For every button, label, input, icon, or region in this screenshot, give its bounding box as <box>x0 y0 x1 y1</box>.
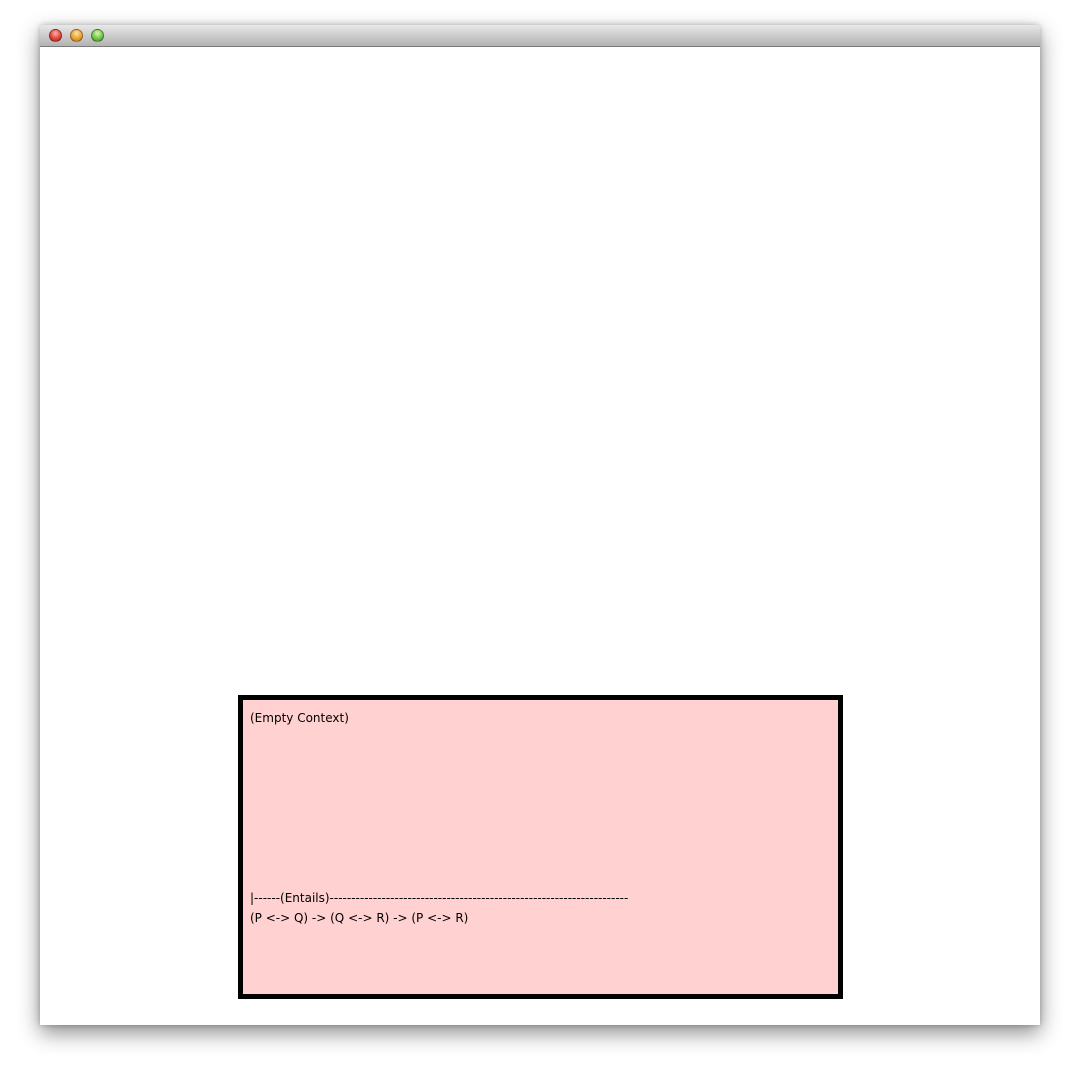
entails-separator: |------(Entails)------------------------… <box>250 891 629 905</box>
desktop: (Empty Context) |------(Entails)--------… <box>0 0 1080 1080</box>
close-window-button[interactable] <box>49 29 62 42</box>
context-label: (Empty Context) <box>250 711 349 725</box>
proof-goal-box[interactable]: (Empty Context) |------(Entails)--------… <box>238 695 843 999</box>
window-content: (Empty Context) |------(Entails)--------… <box>40 47 1040 1025</box>
minimize-window-button[interactable] <box>70 29 83 42</box>
zoom-window-button[interactable] <box>91 29 104 42</box>
app-window: (Empty Context) |------(Entails)--------… <box>40 25 1040 1025</box>
window-titlebar[interactable] <box>40 25 1040 47</box>
goal-formula: (P <-> Q) -> (Q <-> R) -> (P <-> R) <box>250 911 469 925</box>
